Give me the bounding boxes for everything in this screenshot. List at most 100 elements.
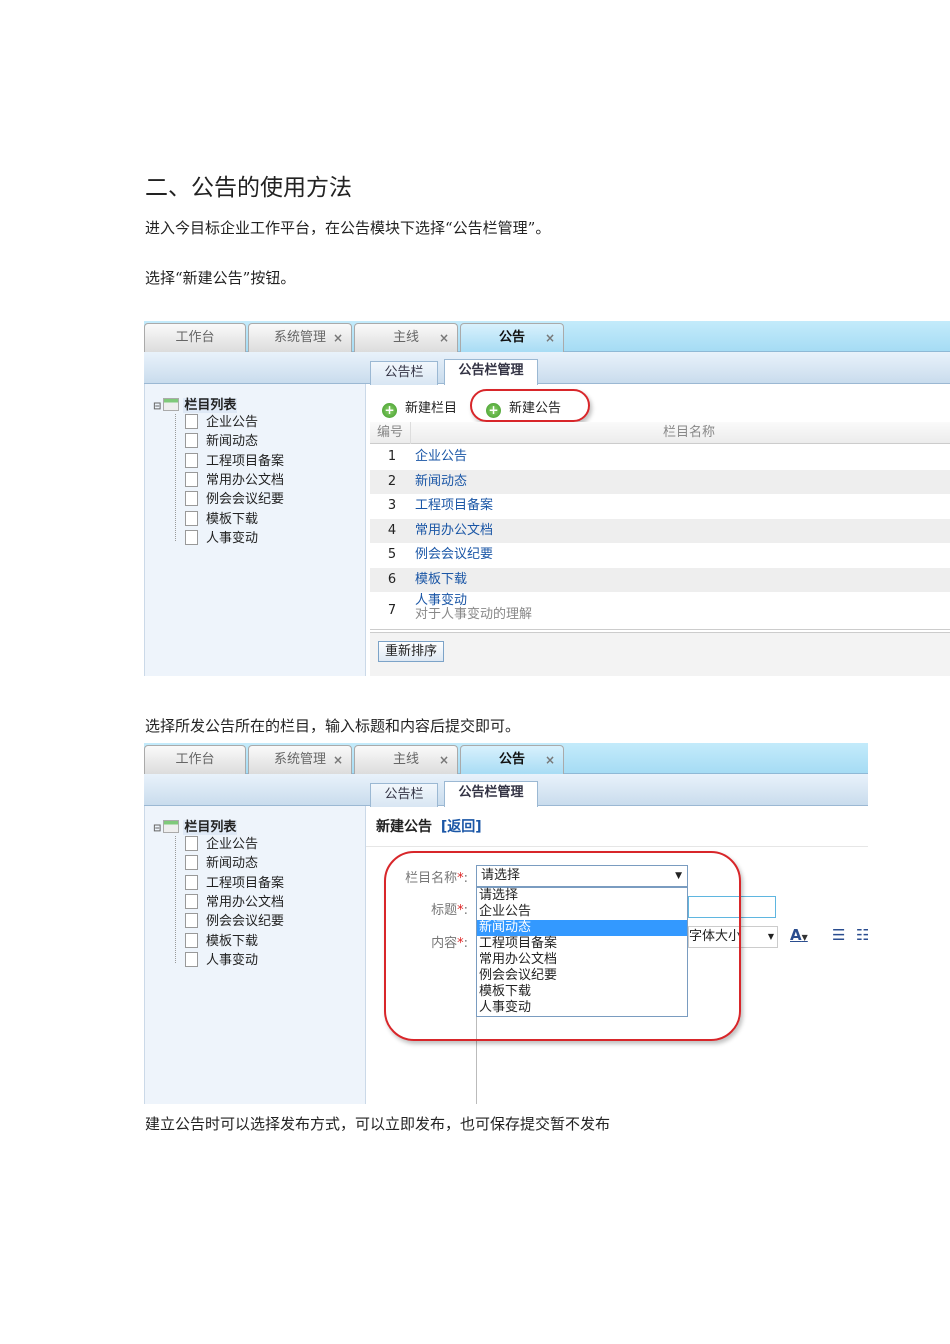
subtab-notice-management[interactable]: 公告栏管理 — [444, 781, 538, 807]
tree-item-label: 工程项目备案 — [206, 875, 285, 891]
reorder-button[interactable]: 重新排序 — [378, 641, 445, 662]
font-color-icon[interactable]: A▼ — [790, 926, 808, 944]
numbered-list-icon[interactable]: ☷ — [856, 926, 868, 944]
tree-item[interactable]: 模板下载 — [185, 932, 258, 951]
row-title-link[interactable]: 模板下载 — [415, 568, 467, 592]
tab-label: 系统管理 — [273, 330, 326, 345]
tab-3[interactable]: 公告 × — [460, 323, 564, 352]
paragraph: 选择“新建公告”按钮。 — [145, 269, 296, 287]
document-icon — [185, 471, 198, 487]
bullet-list-icon[interactable]: ☰ — [832, 926, 845, 944]
table-row[interactable]: 2 新闻动态 — [370, 469, 950, 494]
row-title-link[interactable]: 常用办公文档 — [415, 519, 493, 543]
subtab-notice-board[interactable]: 公告栏 — [370, 783, 438, 807]
tab-0[interactable]: 工作台 — [144, 323, 246, 352]
tab-3[interactable]: 公告 × — [460, 745, 564, 774]
row-number: 1 — [387, 449, 397, 464]
subtab-bar: 公告栏 公告栏管理 — [144, 352, 950, 385]
subtab-notice-board[interactable]: 公告栏 — [370, 361, 438, 385]
row-title-link[interactable]: 企业公告 — [415, 445, 467, 469]
tree-line — [175, 414, 176, 542]
table-row[interactable]: 4 常用办公文档 — [370, 518, 950, 543]
new-column-button[interactable]: + 新建栏目 — [382, 397, 457, 418]
tab-2[interactable]: 主线 × — [354, 745, 458, 774]
tree-item[interactable]: 企业公告 — [185, 835, 258, 854]
tab-1[interactable]: 系统管理 × — [248, 323, 352, 352]
highlight-circle — [384, 851, 741, 1041]
document-icon — [185, 836, 198, 851]
tree-item[interactable]: 人事变动 — [185, 951, 258, 970]
tab-label: 公告 — [498, 330, 525, 345]
close-icon[interactable]: × — [545, 746, 555, 774]
form-panel: 新建公告 [返回] 栏目名称*: 标题*: 内容*: 请选择 ▼ 字体大小 ▼ A▼… — [366, 806, 868, 1104]
row-number: 5 — [387, 547, 397, 562]
add-icon: + — [382, 403, 397, 418]
tree-item[interactable]: 工程项目备案 — [185, 874, 284, 893]
tree-root[interactable]: ⊟ 栏目列表 — [153, 394, 238, 413]
tree-item-label: 新闻动态 — [206, 434, 259, 450]
tab-label: 主线 — [392, 752, 419, 767]
main-panel: + 新建栏目 + 新建公告 编号 栏目名称 1 企业公告 2 新闻动态 3 工程项目备案 4 常用… — [370, 384, 950, 676]
tree-item[interactable]: 例会会议纪要 — [185, 912, 284, 931]
tree-item-label: 常用办公文档 — [206, 472, 285, 488]
row-title-link[interactable]: 工程项目备案 — [415, 494, 493, 518]
tab-label: 工作台 — [175, 330, 215, 345]
tab-1[interactable]: 系统管理 × — [248, 745, 352, 774]
screenshot-new-notice: 工作台 系统管理 × 主线 × 公告 × 公告栏 公告栏管理 ⊟ 栏目列表企业公告新闻动态工程项… — [144, 743, 868, 1104]
document-icon — [185, 874, 198, 890]
tree-item-label: 例会会议纪要 — [206, 492, 285, 508]
document-icon — [185, 932, 198, 948]
tree-item[interactable]: 常用办公文档 — [185, 893, 284, 912]
new-column-label: 新建栏目 — [405, 401, 458, 416]
close-icon[interactable]: × — [439, 324, 449, 352]
tree-item[interactable]: 模板下载 — [185, 510, 258, 529]
row-number: 4 — [387, 522, 397, 538]
tree-item-label: 工程项目备案 — [206, 453, 285, 469]
column-tree: ⊟ 栏目列表 企业公告新闻动态工程项目备案 常用办公文档 例会会议纪要 模板下载人事变动 — [144, 384, 366, 676]
row-title-link[interactable]: 例会会议纪要 — [415, 543, 493, 567]
column-tree: ⊟ 栏目列表企业公告新闻动态工程项目备案常用办公文档 例会会议纪要 模板下载人事变动 — [144, 806, 366, 1104]
tree-item-label: 模板下载 — [206, 511, 259, 527]
tree-item-label: 人事变动 — [206, 530, 259, 546]
tab-label: 主线 — [392, 330, 419, 345]
tree-root[interactable]: ⊟ 栏目列表 — [153, 816, 238, 835]
close-icon[interactable]: × — [545, 324, 555, 352]
tree-item[interactable]: 新闻动态 — [185, 854, 258, 873]
paragraph: 选择所发公告所在的栏目，输入标题和内容后提交即可。 — [145, 717, 521, 735]
document-icon — [185, 510, 198, 526]
subtab-bar: 公告栏 公告栏管理 — [144, 774, 868, 807]
folder-icon — [163, 820, 180, 833]
document-icon — [185, 855, 198, 871]
tree-root-label: 栏目列表 — [183, 820, 238, 835]
document-icon — [185, 913, 198, 929]
row-number: 2 — [387, 473, 397, 489]
tab-0[interactable]: 工作台 — [144, 745, 246, 774]
col-name-header: 栏目名称 — [663, 425, 716, 440]
table-row[interactable]: 1 企业公告 — [370, 445, 950, 470]
document-icon — [185, 452, 198, 468]
document-icon — [185, 951, 198, 967]
tree-item[interactable]: 人事变动 — [185, 529, 258, 548]
close-icon[interactable]: × — [333, 324, 343, 352]
folder-icon — [163, 398, 180, 411]
tree-item[interactable]: 常用办公文档 — [185, 471, 284, 490]
tab-label: 系统管理 — [273, 752, 326, 767]
tree-item[interactable]: 企业公告 — [185, 413, 258, 432]
tree-item-label: 企业公告 — [206, 837, 259, 852]
tree-item[interactable]: 例会会议纪要 — [185, 490, 284, 509]
table-row[interactable]: 7 人事变动 对于人事变动的理解 — [370, 592, 950, 630]
subtab-notice-management[interactable]: 公告栏管理 — [444, 359, 538, 385]
tab-2[interactable]: 主线 × — [354, 323, 458, 352]
tree-item[interactable]: 新闻动态 — [185, 432, 258, 451]
document-icon — [185, 414, 198, 429]
table-row[interactable]: 3 工程项目备案 — [370, 494, 950, 519]
tree-item[interactable]: 工程项目备案 — [185, 452, 284, 471]
tab-label: 公告 — [498, 752, 525, 767]
close-icon[interactable]: × — [439, 746, 449, 774]
row-number: 3 — [387, 498, 397, 513]
close-icon[interactable]: × — [333, 746, 343, 774]
back-link[interactable]: [返回] — [441, 819, 482, 835]
table-row[interactable]: 5 例会会议纪要 — [370, 543, 950, 568]
row-title-link[interactable]: 新闻动态 — [415, 470, 467, 494]
tree-item-label: 模板下载 — [206, 933, 259, 949]
